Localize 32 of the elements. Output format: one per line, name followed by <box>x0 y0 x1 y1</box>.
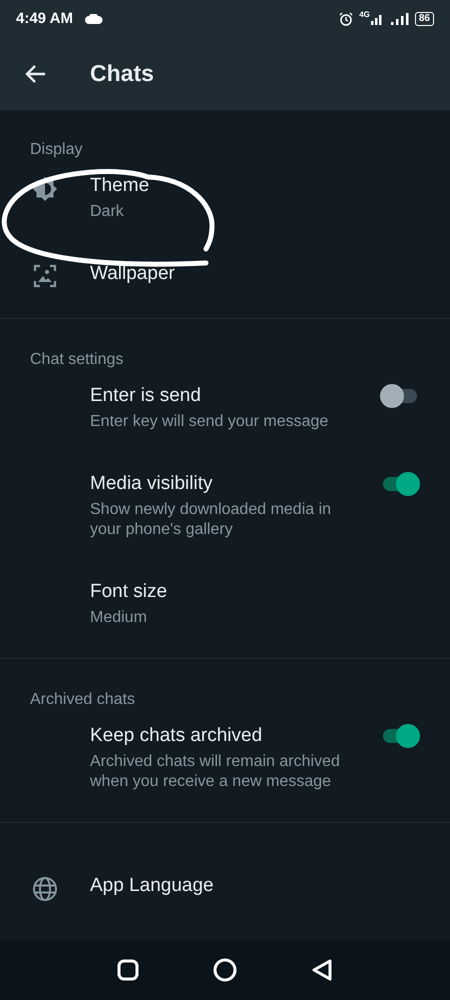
alarm-icon <box>339 12 354 26</box>
item-title: App Language <box>90 874 215 898</box>
item-subtitle: Show newly downloaded media in your phone's gallery <box>90 500 332 540</box>
item-title: Keep chats archived <box>90 724 264 748</box>
settings-item[interactable]: Font size Medium <box>0 560 450 648</box>
back-icon[interactable] <box>311 958 333 982</box>
item-title: Font size <box>90 580 168 604</box>
item-title: Media visibility <box>90 472 214 496</box>
item-title: Theme <box>90 174 150 198</box>
back-arrow-icon[interactable] <box>24 64 46 84</box>
settings-item[interactable]: Media visibility Show newly downloaded media in your phone's gallery <box>0 452 450 560</box>
section-header: Chat settings <box>29 350 124 370</box>
cloud-icon <box>84 14 103 24</box>
signal-icon <box>390 12 409 24</box>
item-subtitle: Enter key will send your message <box>90 412 330 432</box>
recents-icon[interactable] <box>117 959 139 981</box>
network-type: 4G <box>359 10 370 19</box>
settings-item[interactable]: App Language <box>0 854 450 922</box>
image-icon <box>33 264 57 288</box>
section-header: Display <box>29 140 84 160</box>
item-title: Enter is send <box>90 384 202 408</box>
item-subtitle: Archived chats will remain archived when you receive a new message <box>90 752 341 792</box>
status-time: 4:49 AM <box>16 10 73 27</box>
brightness-icon <box>32 176 58 202</box>
globe-icon <box>32 876 58 902</box>
item-subtitle: Medium <box>90 608 148 628</box>
screen-title: Chats <box>90 60 154 87</box>
item-title: Wallpaper <box>90 262 176 286</box>
item-subtitle: Dark <box>90 202 125 222</box>
home-icon[interactable] <box>213 958 237 982</box>
settings-item[interactable]: Wallpaper <box>0 242 450 308</box>
battery-level: 86 <box>414 12 434 26</box>
